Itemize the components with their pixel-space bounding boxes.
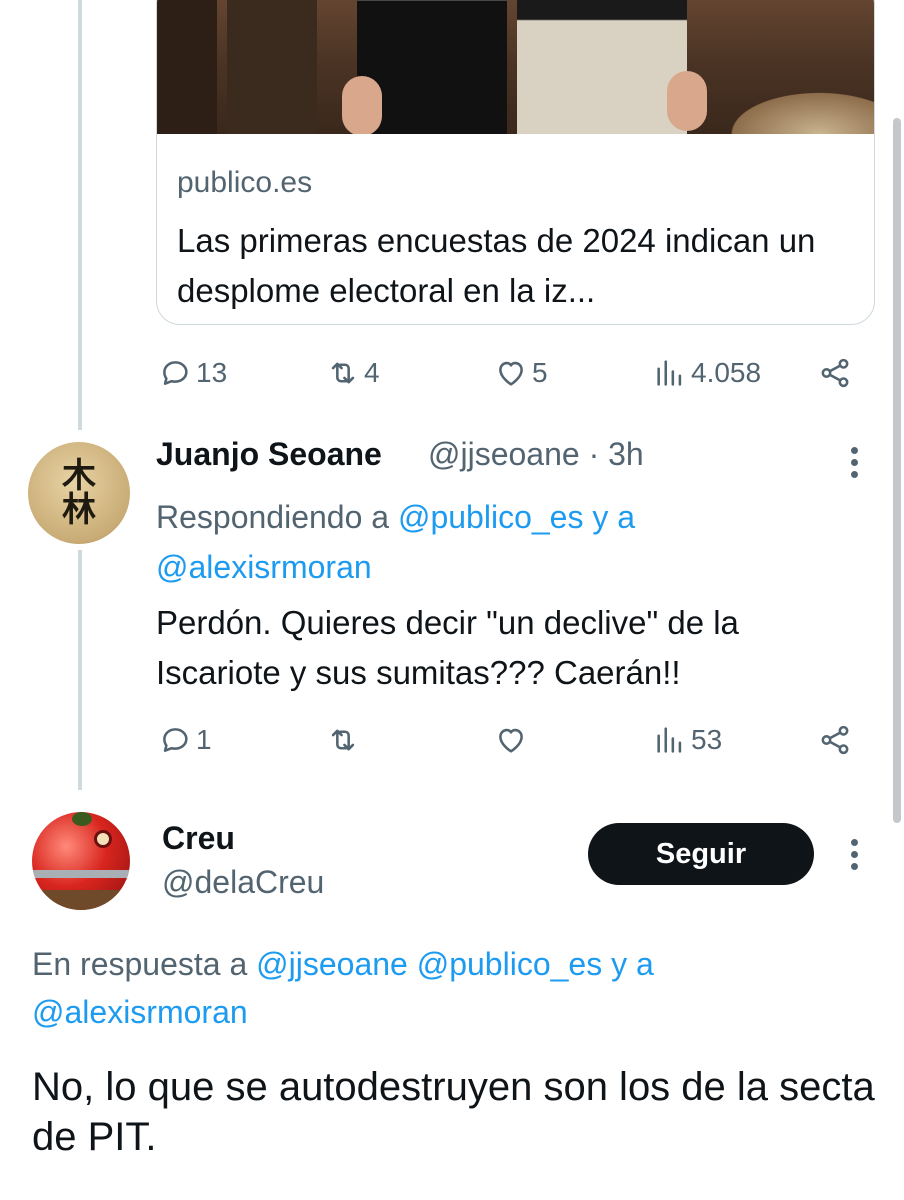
more-vertical-icon[interactable] (846, 444, 864, 480)
replying-to-join: y a (583, 499, 636, 535)
retweet-count: 4 (364, 357, 380, 388)
replying-to-join: y a (602, 946, 654, 982)
retweet-icon (331, 729, 355, 751)
replying-to-label: Respondiendo a (156, 499, 398, 535)
mention-link[interactable]: @alexisrmoran (32, 994, 248, 1030)
views-count: 53 (691, 724, 723, 755)
mention-link[interactable]: @publico_es (417, 946, 602, 982)
share-button[interactable] (818, 720, 852, 760)
share-icon (821, 725, 849, 755)
reply-bubble-icon (163, 728, 188, 752)
views-bar-icon (657, 360, 682, 386)
avatar-kanji: 木林 (62, 456, 96, 530)
like-button[interactable]: 5 (494, 353, 548, 393)
author-name[interactable]: Juanjo Seoane (156, 436, 382, 473)
views-button[interactable]: 53 (653, 720, 722, 760)
follow-button[interactable]: Seguir (588, 823, 814, 885)
thread-connector-line (78, 550, 82, 790)
retweet-icon (331, 362, 355, 384)
share-icon (821, 358, 849, 388)
tweet-actions: 1 53 (156, 720, 856, 760)
scrollbar[interactable] (893, 118, 901, 823)
link-preview-image (157, 0, 874, 134)
tweet-text: No, lo que se autodestruyen son los de l… (32, 1065, 875, 1159)
reply-bubble-icon (163, 361, 188, 385)
views-count: 4.058 (691, 357, 762, 388)
retweet-button[interactable] (326, 720, 364, 760)
link-title: Las primeras encuestas de 2024 indican u… (177, 222, 816, 309)
tweet-text: Perdón. Quieres decir "un declive" de la… (156, 604, 739, 691)
heart-icon (499, 728, 523, 753)
replying-to: Respondiendo a @publico_es y a @alexisrm… (156, 492, 856, 592)
link-domain: publico.es (177, 166, 313, 199)
like-count: 5 (532, 357, 548, 388)
tweet-actions: 13 4 5 4.058 (156, 353, 856, 393)
mention-link[interactable]: @jjseoane (256, 946, 408, 982)
heart-icon (499, 361, 523, 386)
views-bar-icon (657, 727, 682, 753)
like-button[interactable] (494, 720, 532, 760)
more-vertical-icon[interactable] (846, 836, 864, 872)
avatar[interactable]: 木林 (28, 442, 130, 544)
replying-to: En respuesta a @jjseoane @publico_es y a… (32, 940, 872, 1036)
author-handle-time[interactable]: @jjseoane · 3h (428, 436, 644, 473)
author-name[interactable]: Creu (162, 820, 235, 857)
replying-to-label: En respuesta a (32, 946, 257, 982)
author-handle[interactable]: @delaCreu (162, 864, 324, 901)
share-button[interactable] (818, 353, 852, 393)
reply-count: 1 (196, 724, 212, 755)
reply-button[interactable]: 1 (158, 720, 212, 760)
thread-connector-line (78, 0, 82, 430)
views-button[interactable]: 4.058 (653, 353, 761, 393)
link-preview-card[interactable]: publico.es Las primeras encuestas de 202… (156, 0, 875, 325)
retweet-button[interactable]: 4 (326, 353, 380, 393)
avatar[interactable] (32, 812, 130, 910)
reply-button[interactable]: 13 (158, 353, 227, 393)
mention-link[interactable]: @publico_es (398, 499, 583, 535)
mention-link[interactable]: @alexisrmoran (156, 549, 372, 585)
reply-count: 13 (196, 357, 228, 388)
